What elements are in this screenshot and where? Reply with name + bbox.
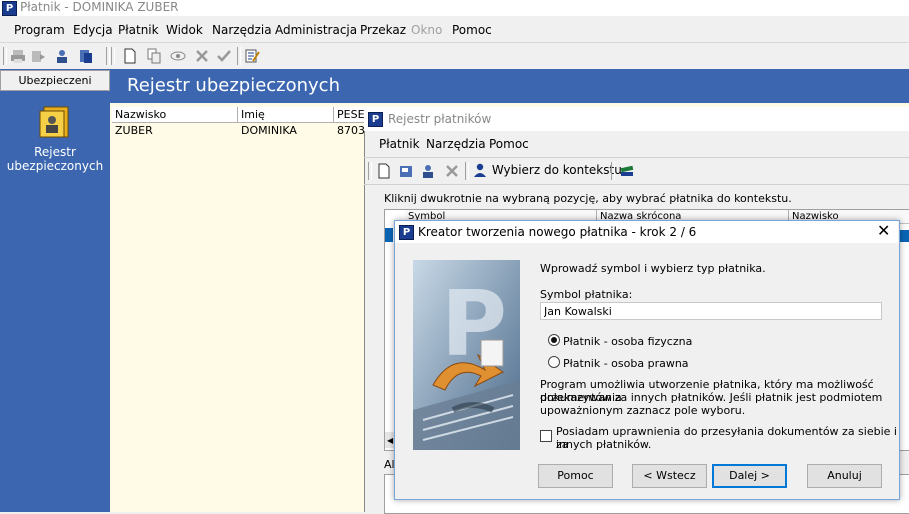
main-toolbar [0, 42, 909, 70]
cell-imie: DOMINIKA [241, 124, 297, 137]
payer-symbol-input[interactable] [540, 302, 882, 320]
insured-grid-header: Nazwisko Imię PESEL [112, 107, 372, 123]
toolbar-separator [237, 47, 241, 65]
toolbar-separator [106, 47, 110, 65]
menu-program[interactable]: Program [14, 23, 65, 37]
payer-registry-title-bar: P Rejestr płatników [364, 107, 909, 131]
new-payer-icon[interactable] [376, 163, 392, 179]
check-icon[interactable] [216, 48, 232, 64]
new-document-icon[interactable] [122, 48, 138, 64]
cell-nazwisko: ZUBER [115, 124, 153, 137]
insured-registry-item[interactable]: Rejestr ubezpieczonych [0, 145, 110, 173]
registry-menu-narzedzia[interactable]: Narzędzia [426, 137, 486, 151]
menu-administracja[interactable]: Administracja [275, 23, 357, 37]
delete-icon[interactable] [194, 48, 210, 64]
authorization-checkbox-line-2: innych płatników. [556, 438, 652, 451]
bottom-section-label: Al [384, 458, 395, 471]
symbol-label: Symbol płatnika: [540, 288, 633, 301]
wizard-info-line-2: dokumentów za innych płatników. Jeśli pł… [540, 391, 883, 404]
main-header: Rejestr ubezpieczonych [110, 69, 909, 103]
column-imie[interactable]: Imię [238, 107, 334, 122]
documents-icon[interactable] [78, 48, 94, 64]
toolbar-separator [465, 162, 469, 180]
select-to-context-label: Wybierz do kontekstu [491, 163, 622, 177]
copy-icon[interactable] [146, 48, 162, 64]
toolbar-separator [111, 47, 115, 65]
registry-menu-platnik[interactable]: Płatnik [379, 137, 420, 151]
payer-details-icon[interactable] [420, 163, 436, 179]
menu-okno[interactable]: Okno [411, 23, 442, 37]
person-icon [474, 163, 486, 177]
table-row[interactable]: ZUBER DOMINIKA 87032 [112, 124, 372, 138]
radio-natural-person-label: Płatnik - osoba fizyczna [563, 335, 693, 348]
radio-legal-entity-label: Płatnik - osoba prawna [563, 357, 689, 370]
app-logo-icon: P [2, 1, 17, 16]
print-icon[interactable] [10, 48, 26, 64]
radio-natural-person[interactable] [548, 334, 560, 346]
main-window-title: Płatnik - DOMINIKA ZUBER [20, 0, 179, 14]
left-panel-header: Ubezpieczeni [0, 70, 110, 91]
menu-przekaz[interactable]: Przekaz [360, 23, 406, 37]
column-nazwisko[interactable]: Nazwisko [112, 107, 238, 122]
registry-toolbar: Wybierz do kontekstu [364, 157, 909, 185]
authorization-checkbox[interactable] [540, 430, 552, 442]
help-button[interactable]: Pomoc [538, 464, 613, 488]
menu-pomoc[interactable]: Pomoc [452, 23, 492, 37]
radio-legal-entity[interactable] [548, 356, 560, 368]
toolbar-separator [611, 162, 615, 180]
cancel-button[interactable]: Anuluj [807, 464, 882, 488]
next-button[interactable]: Dalej > [712, 464, 787, 488]
edit-list-icon[interactable] [244, 48, 260, 64]
view-icon[interactable] [170, 48, 186, 64]
toolbar-grip [3, 47, 7, 65]
selected-row-marker [385, 228, 393, 242]
delete-payer-icon[interactable] [444, 163, 460, 179]
insured-registry-icon[interactable] [38, 104, 72, 140]
toolbar-grip [368, 162, 372, 180]
menu-platnik[interactable]: Płatnik [118, 23, 159, 37]
wizard-illustration-graphic: P [413, 260, 520, 450]
app-logo-icon: P [399, 225, 414, 240]
insured-registry-label-2: ubezpieczonych [6, 159, 104, 173]
select-to-context-button[interactable]: Wybierz do kontekstu [472, 162, 622, 180]
send-icon[interactable] [30, 48, 46, 64]
close-icon[interactable]: ✕ [877, 223, 890, 239]
insured-registry-label-1: Rejestr [34, 145, 76, 159]
wizard-illustration: P [413, 260, 520, 450]
app-logo-icon: P [368, 112, 383, 127]
wizard-instruction: Wprowadź symbol i wybierz typ płatnika. [540, 262, 766, 275]
wizard-title-bar: P Kreator tworzenia nowego płatnika - kr… [395, 221, 898, 243]
wizard-info-line-3: upoważnionym zaznacz pole wyboru. [540, 404, 746, 417]
page-title: Rejestr ubezpieczonych [127, 75, 340, 96]
menu-narzedzia[interactable]: Narzędzia [212, 23, 272, 37]
registry-hint: Kliknij dwukrotnie na wybraną pozycję, a… [384, 192, 792, 205]
menubar: Program Edycja Płatnik Widok Narzędzia A… [0, 19, 909, 41]
wizard-title: Kreator tworzenia nowego płatnika - krok… [418, 225, 697, 239]
payer-card-icon[interactable] [398, 163, 414, 179]
menu-widok[interactable]: Widok [166, 23, 203, 37]
payer-icon[interactable] [54, 48, 70, 64]
menu-edycja[interactable]: Edycja [73, 23, 113, 37]
main-title-bar: P Płatnik - DOMINIKA ZUBER [0, 0, 909, 16]
books-icon[interactable] [619, 163, 635, 179]
registry-menu-pomoc[interactable]: Pomoc [489, 137, 529, 151]
payer-registry-title: Rejestr płatników [388, 112, 492, 126]
back-button[interactable]: < Wstecz [632, 464, 707, 488]
